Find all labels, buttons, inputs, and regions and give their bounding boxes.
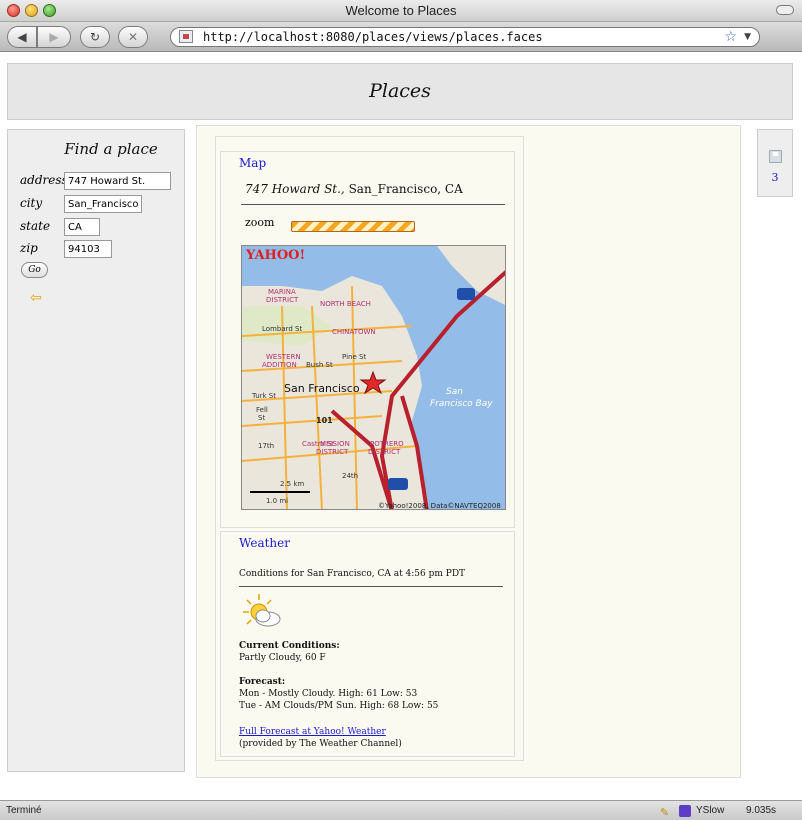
map-label-fell: Fell (256, 406, 268, 414)
forecast-footer: Full Forecast at Yahoo! Weather (provide… (239, 726, 402, 750)
map-label-mission-district: DISTRICT (316, 448, 349, 456)
scale-mi: 1.0 mi (266, 497, 288, 505)
find-place-panel: Find a place address city state zip Go ⇦ (7, 129, 185, 772)
state-row: state (20, 218, 100, 236)
weather-title: Weather (239, 536, 290, 550)
yahoo-brand: YAHOO! (245, 248, 305, 263)
state-label: state (20, 218, 51, 233)
back-button[interactable]: ◀ (7, 26, 37, 48)
toolbar-toggle-button[interactable] (776, 5, 794, 15)
map-label-potrero: POTRERO (370, 440, 404, 448)
city-row: city (20, 195, 142, 213)
zoom-window-button[interactable] (43, 4, 56, 17)
url-bar[interactable]: http://localhost:8080/places/views/place… (170, 27, 760, 47)
map-label-turk: Turk St (251, 392, 276, 400)
page-number-link[interactable]: 3 (758, 171, 792, 184)
status-bar: Terminé ✎ YSlow 9.035s (0, 800, 802, 820)
map-label-mission: MISSION (320, 440, 350, 448)
back-arrow-icon[interactable]: ⇦ (30, 290, 42, 306)
tools-icon[interactable]: ✎ (660, 803, 669, 820)
forward-button[interactable]: ▶ (37, 26, 71, 48)
minimize-window-button[interactable] (25, 4, 38, 17)
bookmark-star-icon[interactable]: ☆ (724, 28, 737, 46)
city-input[interactable] (64, 195, 142, 213)
yslow-label[interactable]: YSlow (696, 801, 724, 820)
map-label-lombard: Lombard St (262, 325, 302, 333)
map-label-bay-1: San (446, 387, 463, 397)
zoom-label: zoom (245, 216, 275, 229)
zip-input[interactable] (64, 240, 112, 258)
map-label-potrero-district: DISTRICT (368, 448, 401, 456)
state-input[interactable] (64, 218, 100, 236)
map-label-24th: 24th (342, 472, 358, 480)
url-dropdown-icon[interactable]: ▼ (744, 28, 751, 46)
reload-button[interactable]: ↻ (80, 26, 110, 48)
weather-divider (239, 586, 503, 587)
zoom-slider[interactable] (291, 221, 415, 232)
map-divider (241, 204, 505, 205)
go-button[interactable]: Go (21, 262, 48, 278)
map-image[interactable]: YAHOO! MARINA DISTRICT NORTH BEACH Lomba… (242, 246, 506, 510)
map-address-street: 747 Howard St., (245, 182, 345, 196)
address-row: address (20, 172, 171, 190)
address-input[interactable] (64, 172, 171, 190)
map-label-pine: Pine St (342, 353, 366, 361)
page-title: Places (369, 80, 431, 102)
map-label-western: WESTERN (266, 353, 301, 361)
current-conditions-label: Current Conditions: (239, 641, 340, 651)
forecast-label: Forecast: (239, 677, 286, 687)
right-panel: 3 (757, 129, 793, 197)
i280-shield-bg (388, 478, 408, 490)
map-label-fell-st: St (258, 414, 265, 422)
map-view[interactable]: YAHOO! MARINA DISTRICT NORTH BEACH Lomba… (241, 245, 506, 510)
zip-label: zip (20, 240, 38, 255)
hwy-101-shield: 101 (316, 416, 333, 425)
scale-km: 2.5 km (280, 480, 304, 488)
map-address-city: San_Francisco, CA (348, 182, 463, 196)
partly-cloudy-icon (243, 594, 281, 627)
current-conditions: Current Conditions: Partly Cloudy, 60 F (239, 640, 340, 664)
map-copyright: ©Yahoo!2008, Data©NAVTEQ2008 (378, 502, 501, 510)
map-label-marina-district: DISTRICT (266, 296, 299, 304)
current-conditions-value: Partly Cloudy, 60 F (239, 653, 326, 663)
map-label-bay-2: Francisco Bay (430, 399, 493, 409)
form-title: Find a place (64, 140, 158, 158)
map-label-north-beach: NORTH BEACH (320, 300, 371, 308)
main-content: Map 747 Howard St., San_Francisco, CA zo… (196, 125, 741, 778)
favicon-icon (179, 30, 193, 43)
map-label-san-francisco: San Francisco (284, 382, 360, 395)
map-address: 747 Howard St., San_Francisco, CA (245, 182, 463, 196)
map-panel: Map 747 Howard St., San_Francisco, CA zo… (220, 151, 515, 528)
page-header: Places (7, 63, 793, 120)
window-title: Welcome to Places (345, 3, 457, 18)
map-label-addition: ADDITION (262, 361, 297, 369)
save-icon[interactable] (769, 150, 782, 163)
address-label: address (20, 172, 68, 187)
close-window-button[interactable] (7, 4, 20, 17)
forecast-day-2: Tue - AM Clouds/PM Sun. High: 68 Low: 55 (239, 701, 439, 711)
i80-shield-bg (457, 288, 475, 300)
map-label-chinatown: CHINATOWN (332, 328, 376, 336)
window-titlebar: Welcome to Places (0, 0, 802, 22)
weather-panel: Weather Conditions for San Francisco, CA… (220, 531, 515, 757)
load-time: 9.035s (746, 805, 777, 816)
status-text: Terminé (6, 805, 42, 816)
weather-provider: (provided by The Weather Channel) (239, 739, 402, 749)
map-label-17th: 17th (258, 442, 274, 450)
browser-toolbar: ◀ ▶ ↻ ✕ http://localhost:8080/places/vie… (0, 22, 802, 52)
yslow-icon[interactable] (679, 805, 691, 817)
map-title: Map (239, 156, 267, 170)
url-text: http://localhost:8080/places/views/place… (203, 30, 543, 44)
forecast: Forecast: Mon - Mostly Cloudy. High: 61 … (239, 676, 438, 712)
zip-row: zip (20, 240, 112, 258)
stop-button[interactable]: ✕ (118, 26, 148, 48)
weather-conditions-header: Conditions for San Francisco, CA at 4:56… (239, 569, 466, 579)
results-container: Map 747 Howard St., San_Francisco, CA zo… (215, 136, 524, 761)
full-forecast-link[interactable]: Full Forecast at Yahoo! Weather (239, 727, 386, 737)
city-label: city (20, 195, 43, 210)
map-label-marina: MARINA (268, 288, 296, 296)
forecast-day-1: Mon - Mostly Cloudy. High: 61 Low: 53 (239, 689, 418, 699)
map-label-bush: Bush St (306, 361, 333, 369)
